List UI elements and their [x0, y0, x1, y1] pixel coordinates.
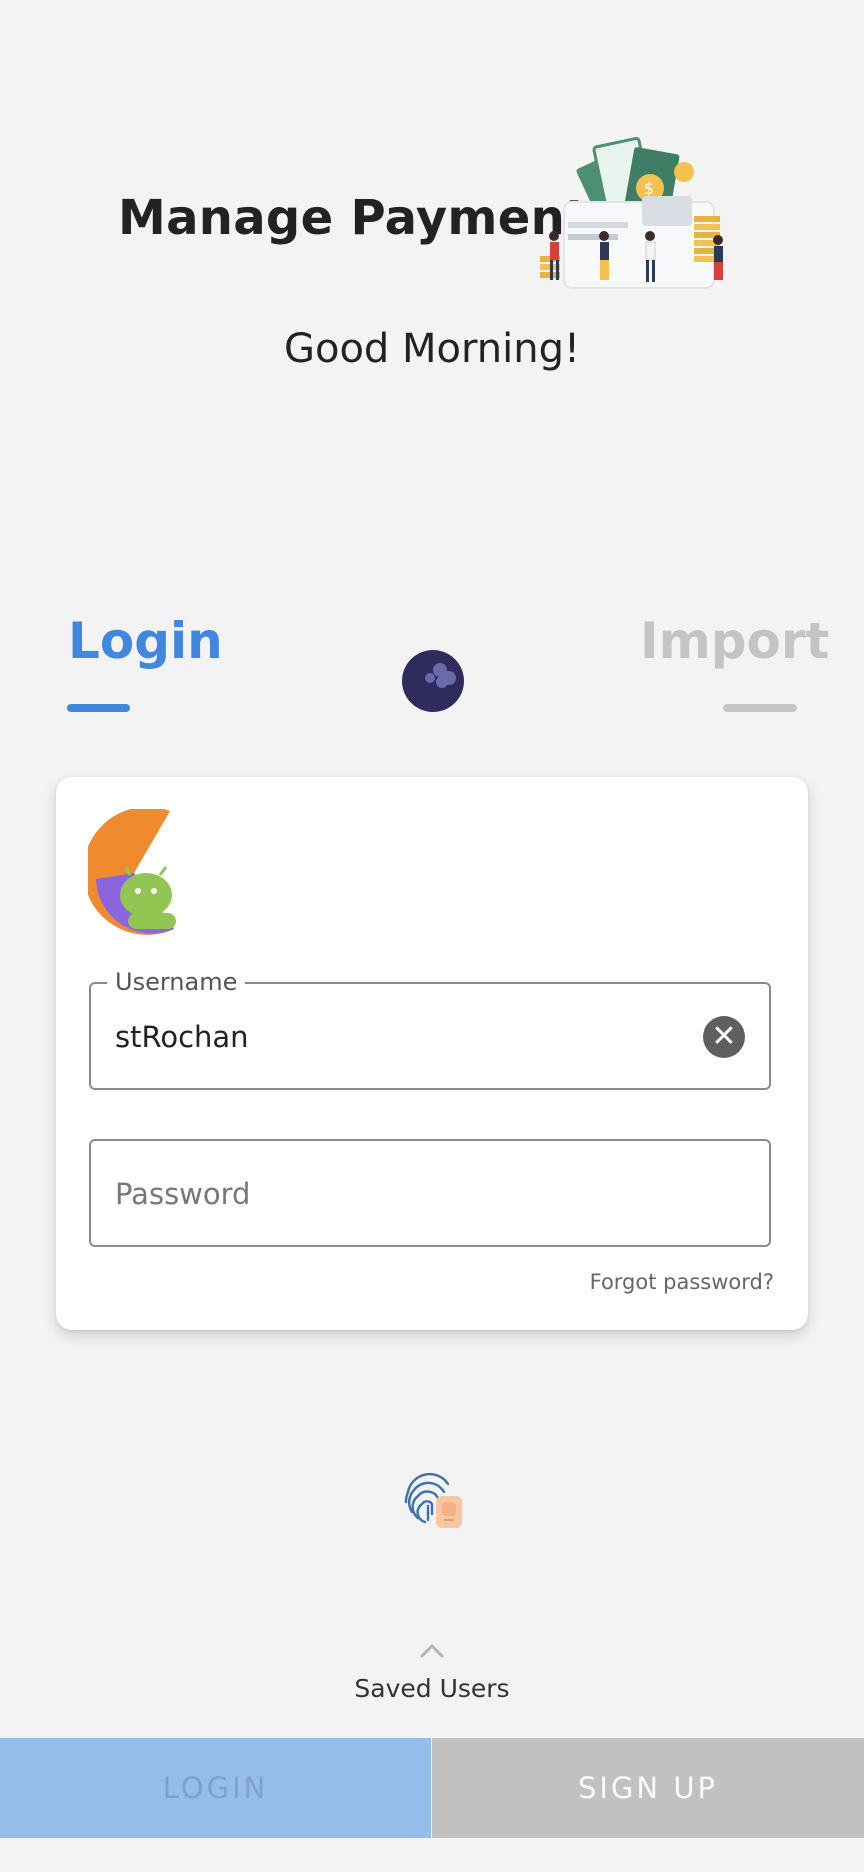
chevron-up-icon[interactable] — [418, 1640, 446, 1660]
fingerprint-icon[interactable] — [398, 1462, 466, 1530]
tab-import-indicator — [723, 704, 797, 712]
password-field[interactable]: Password — [89, 1139, 771, 1247]
tab-import[interactable]: Import — [640, 612, 829, 670]
password-input[interactable]: Password — [115, 1177, 250, 1211]
signup-button[interactable]: SIGN UP — [432, 1738, 864, 1838]
login-card: Username stRochan ✕ Password Forgot pass… — [56, 777, 808, 1330]
forgot-password-link[interactable]: Forgot password? — [590, 1270, 774, 1294]
app-logo-icon — [88, 809, 176, 935]
payments-illustration: $ — [540, 137, 723, 289]
username-input[interactable]: stRochan — [115, 1020, 249, 1054]
saved-users-toggle[interactable]: Saved Users — [0, 1674, 864, 1703]
tab-login[interactable]: Login — [68, 612, 223, 670]
username-field[interactable]: Username stRochan ✕ — [89, 968, 771, 1090]
moon-icon[interactable] — [400, 648, 466, 714]
greeting-text: Good Morning! — [283, 326, 580, 372]
login-button[interactable]: LOGIN — [0, 1738, 431, 1838]
clear-icon[interactable]: ✕ — [703, 1016, 745, 1058]
tab-login-indicator — [67, 704, 130, 712]
username-label: Username — [107, 968, 246, 996]
svg-text:$: $ — [644, 179, 654, 198]
